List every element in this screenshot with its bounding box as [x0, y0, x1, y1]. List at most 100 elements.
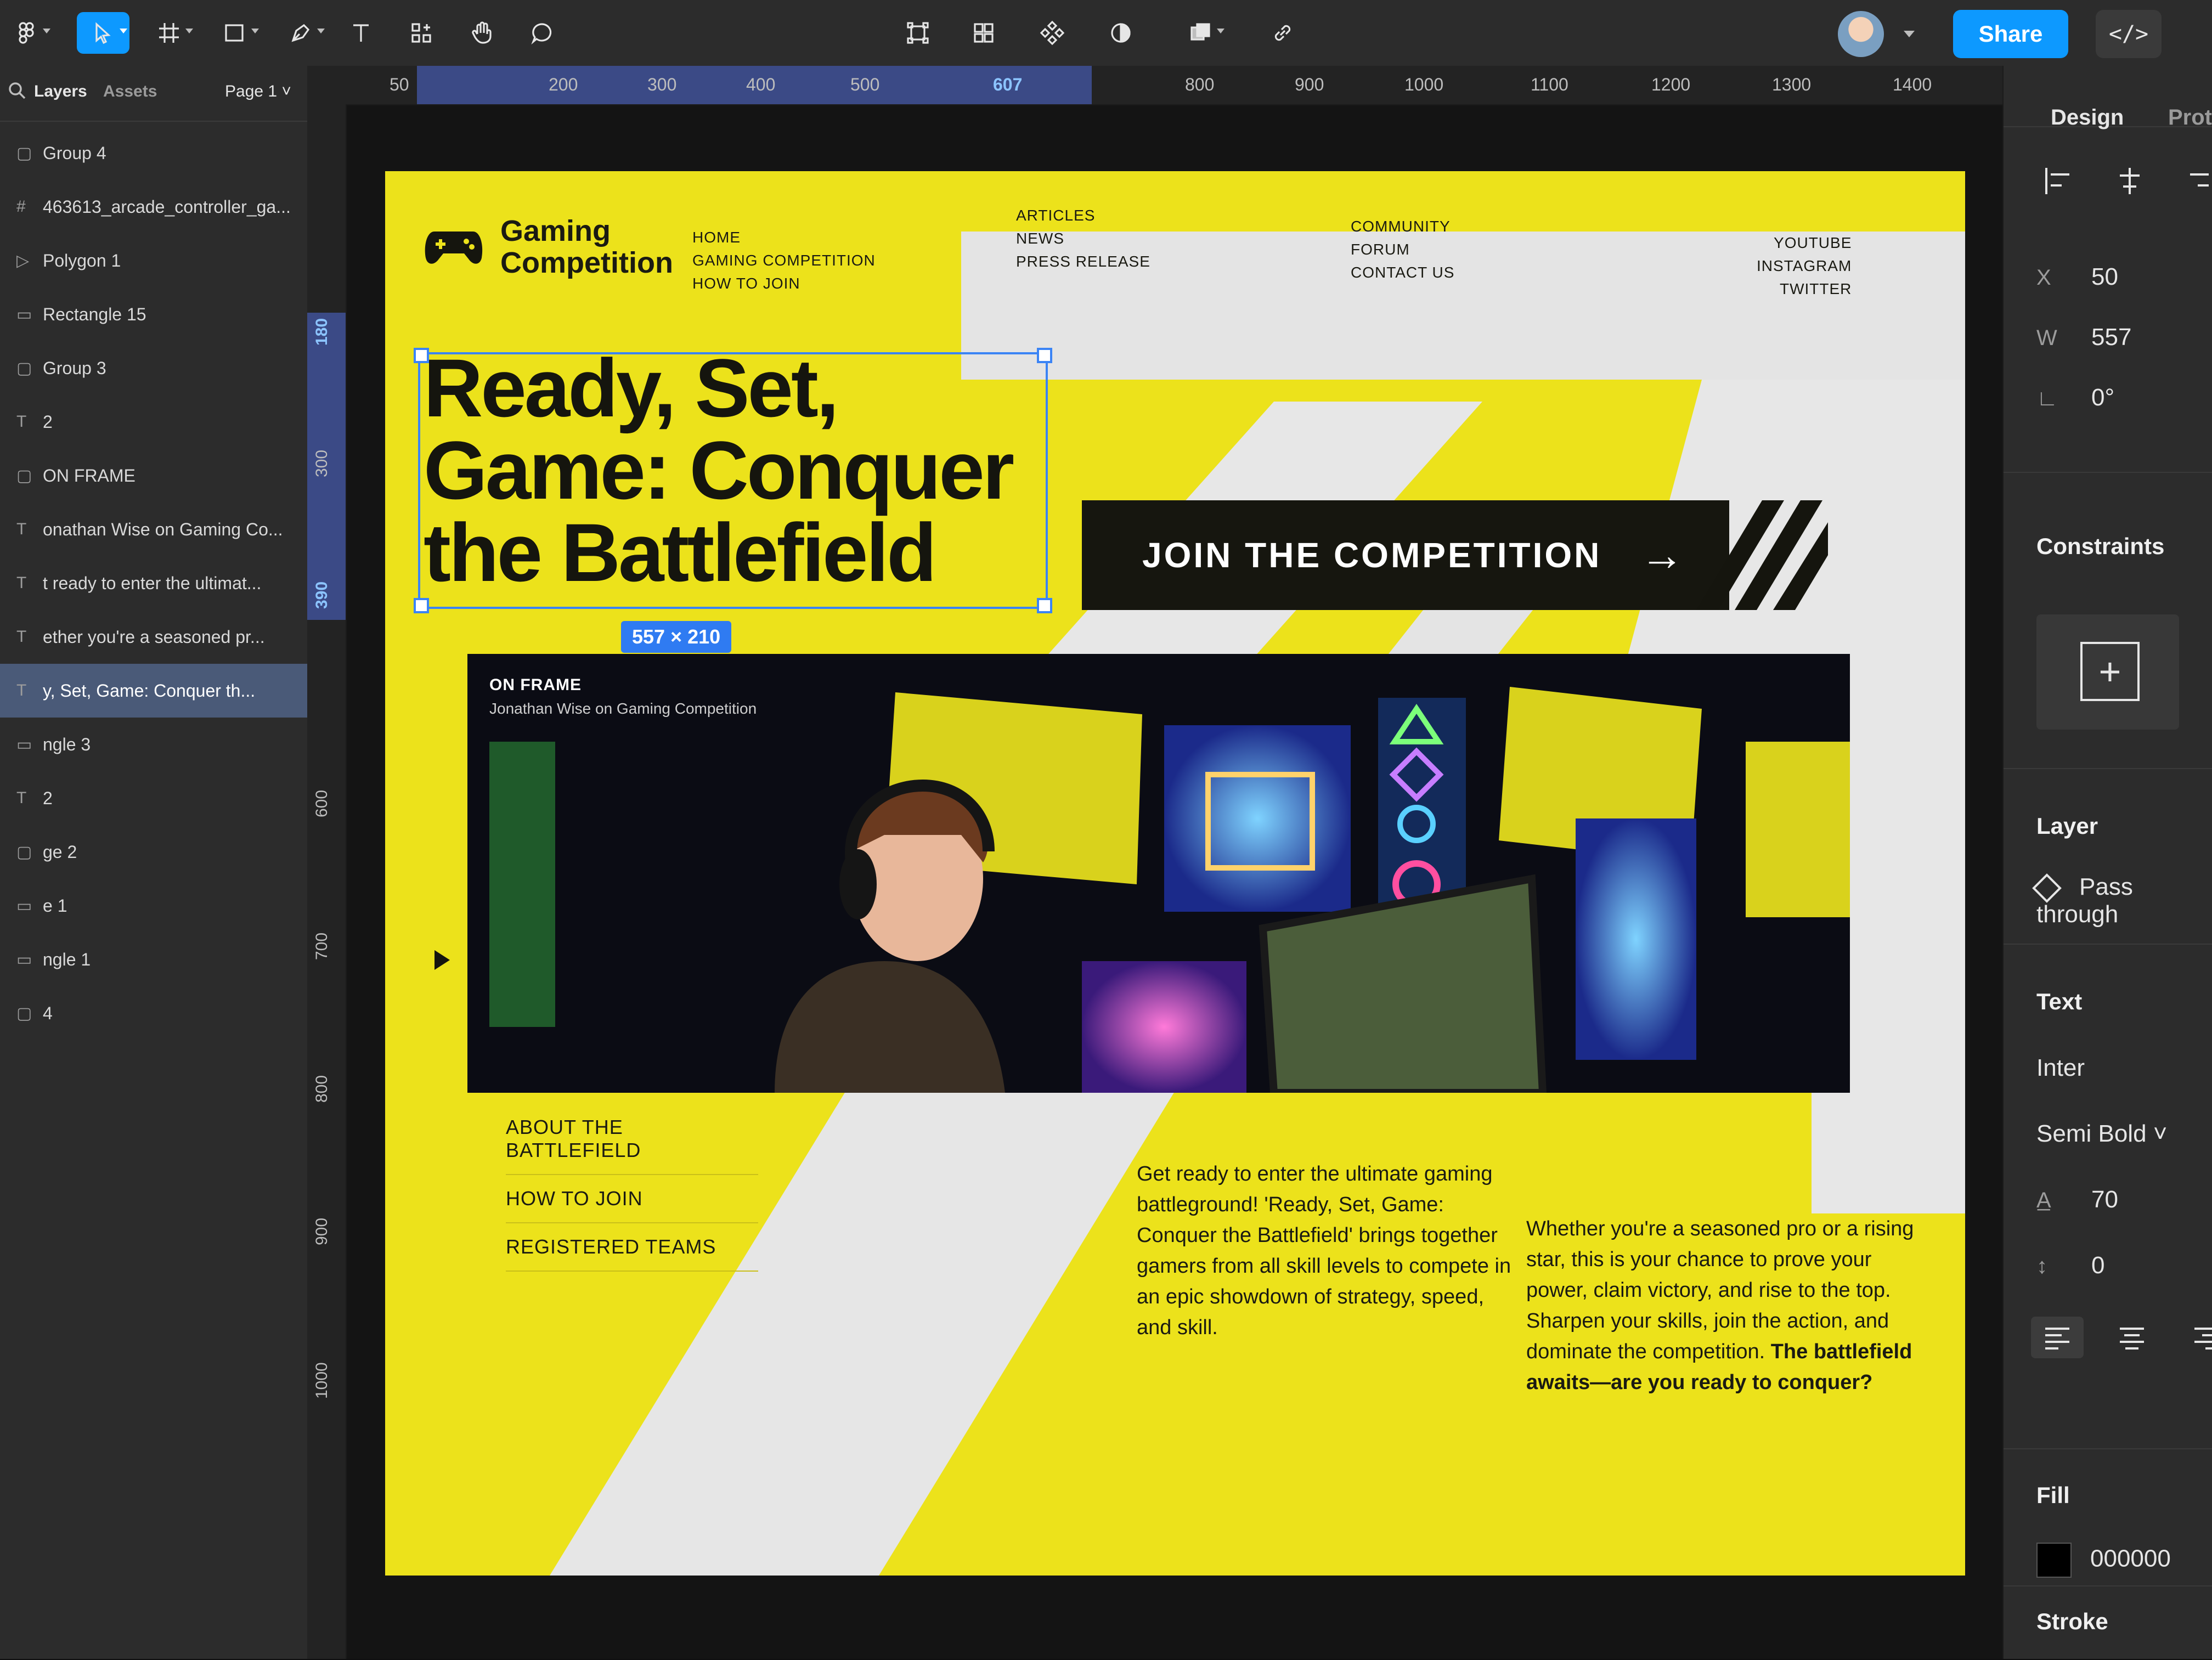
play-icon[interactable]: [435, 950, 450, 970]
pitch-paragraph[interactable]: Whether you're a seasoned pro or a risin…: [1526, 1213, 1921, 1398]
constraint-center-box[interactable]: +: [2080, 642, 2140, 701]
dev-mode-button[interactable]: </>: [2096, 10, 2162, 58]
layer-item[interactable]: ▭ ngle 3: [0, 718, 307, 771]
align-left-icon[interactable]: [2042, 165, 2075, 197]
nav-link-community[interactable]: COMMUNITY: [1351, 215, 1454, 238]
constraints-widget[interactable]: +: [2036, 614, 2179, 730]
text-align-center-button[interactable]: [2106, 1317, 2158, 1358]
resize-handle[interactable]: [414, 598, 429, 613]
ruler-tick-label: 390: [313, 581, 331, 609]
fill-color-row[interactable]: 000000: [2036, 1543, 2171, 1578]
pen-tool-button[interactable]: [274, 12, 327, 54]
resize-handle[interactable]: [1037, 598, 1052, 613]
layer-item[interactable]: Tonathan Wise on Gaming Co...: [0, 502, 307, 556]
nav-link-contact-us[interactable]: CONTACT US: [1351, 261, 1454, 284]
ruler-tick-label: 300: [647, 75, 677, 94]
join-competition-button[interactable]: JOIN THE COMPETITION →: [1082, 500, 1729, 610]
width-field[interactable]: W 557: [2036, 324, 2131, 351]
layer-item[interactable]: T2: [0, 771, 307, 825]
tab-layers[interactable]: Layers: [34, 82, 87, 101]
hero-photo[interactable]: ON FRAME Jonathan Wise on Gaming Competi…: [467, 654, 1850, 1093]
link-button[interactable]: [1256, 12, 1309, 54]
page-selector[interactable]: Page 1 ˅: [225, 82, 291, 101]
x-label: X: [2036, 266, 2051, 290]
nav-link-how-to-join[interactable]: HOW TO JOIN: [692, 272, 876, 295]
font-size-field[interactable]: A̲ 70: [2036, 1186, 2118, 1213]
layer-item[interactable]: T2: [0, 395, 307, 449]
line-height-field[interactable]: ↕ 0: [2036, 1252, 2104, 1279]
layer-item[interactable]: Ty, Set, Game: Conquer th...: [0, 664, 307, 718]
align-horizontal-center-icon[interactable]: [2113, 165, 2146, 197]
layer-item[interactable]: Tether you're a seasoned pr...: [0, 610, 307, 664]
layer-item[interactable]: ▢ 4: [0, 986, 307, 1040]
layer-item[interactable]: ▢ Group 4: [0, 126, 307, 180]
nav-link-twitter[interactable]: TWITTER: [1757, 278, 1852, 301]
layer-item[interactable]: ▭ e 1: [0, 879, 307, 933]
resize-handle[interactable]: [1037, 348, 1052, 363]
layout-grid-icon: [974, 23, 994, 43]
link-about-battlefield[interactable]: ABOUT THE BATTLEFIELD: [506, 1104, 758, 1175]
text-align-right-button[interactable]: [2180, 1317, 2212, 1358]
rotation-value: 0°: [2091, 384, 2115, 411]
link-registered-teams[interactable]: REGISTERED TEAMS: [506, 1223, 758, 1272]
blend-mode-select[interactable]: Pass through: [2032, 873, 2212, 928]
tab-design[interactable]: Design: [2051, 105, 2124, 130]
text-align-left-button[interactable]: [2031, 1317, 2084, 1358]
nav-link-articles[interactable]: ARTICLES: [1016, 204, 1150, 227]
transform-button[interactable]: [891, 12, 944, 54]
layer-name: e 1: [43, 895, 67, 916]
boolean-button[interactable]: [1174, 12, 1227, 54]
nav-link-press-release[interactable]: PRESS RELEASE: [1016, 250, 1150, 273]
tab-assets[interactable]: Assets: [103, 82, 157, 101]
site-logo[interactable]: Gaming Competition: [424, 215, 673, 279]
link-how-to-join[interactable]: HOW TO JOIN: [506, 1175, 758, 1223]
search-icon[interactable]: [8, 81, 26, 100]
layer-item[interactable]: Tt ready to enter the ultimat...: [0, 556, 307, 610]
canvas[interactable]: Gaming Competition HOME GAMING COMPETITI…: [347, 105, 2002, 1659]
resources-tool-button[interactable]: [395, 12, 448, 54]
layer-item[interactable]: ▢ Group 3: [0, 341, 307, 395]
chevron-down-icon[interactable]: [1904, 31, 1915, 37]
auto-layout-button[interactable]: [957, 12, 1010, 54]
resize-handle[interactable]: [414, 348, 429, 363]
move-tool-button[interactable]: [77, 12, 129, 54]
component-button[interactable]: [1026, 12, 1079, 54]
align-right-icon[interactable]: [2185, 165, 2212, 197]
nav-link-home[interactable]: HOME: [692, 226, 876, 249]
rotation-field[interactable]: ∟ 0°: [2036, 384, 2114, 411]
nav-link-forum[interactable]: FORUM: [1351, 238, 1454, 261]
font-weight-select[interactable]: Semi Bold ˅: [2036, 1120, 2167, 1148]
comment-tool-button[interactable]: [516, 12, 568, 54]
main-menu-button[interactable]: [0, 12, 53, 54]
text-tool-button[interactable]: [335, 12, 387, 54]
frame-tool-button[interactable]: [143, 12, 195, 54]
alignment-controls: [2042, 165, 2212, 197]
layer-item[interactable]: ▢ ge 2: [0, 825, 307, 879]
intro-paragraph[interactable]: Get ready to enter the ultimate gaming b…: [1137, 1159, 1521, 1343]
nav-link-gaming-competition[interactable]: GAMING COMPETITION: [692, 249, 876, 272]
layer-item[interactable]: #463613_arcade_controller_ga...: [0, 180, 307, 234]
mask-button[interactable]: [1094, 12, 1147, 54]
layer-item[interactable]: ▷ Polygon 1: [0, 234, 307, 287]
x-position-field[interactable]: X 50: [2036, 263, 2118, 291]
layer-type-icon: ▭: [16, 735, 32, 754]
text-align-left-icon: [2045, 1328, 2069, 1350]
hand-tool-button[interactable]: [455, 12, 508, 54]
layer-item[interactable]: ▭ Rectangle 15: [0, 287, 307, 341]
layer-name: Group 4: [43, 143, 106, 163]
nav-link-instagram[interactable]: INSTAGRAM: [1757, 255, 1852, 278]
nav-link-news[interactable]: NEWS: [1016, 227, 1150, 250]
share-button[interactable]: Share: [1953, 10, 2068, 58]
user-avatar[interactable]: [1838, 11, 1884, 57]
fill-swatch[interactable]: [2036, 1543, 2072, 1578]
nav-link-youtube[interactable]: YOUTUBE: [1757, 232, 1852, 255]
tab-prototype[interactable]: Prot: [2168, 105, 2212, 130]
shape-tool-button[interactable]: [208, 12, 261, 54]
ruler-tick-label: 200: [549, 75, 578, 94]
design-frame[interactable]: Gaming Competition HOME GAMING COMPETITI…: [385, 171, 1965, 1576]
layer-item[interactable]: ▭ ngle 1: [0, 933, 307, 986]
layer-item[interactable]: ▢ ON FRAME: [0, 449, 307, 502]
font-family-select[interactable]: Inter: [2036, 1054, 2085, 1082]
selection-box[interactable]: [414, 348, 1052, 613]
layer-type-icon: ▢: [16, 359, 32, 377]
